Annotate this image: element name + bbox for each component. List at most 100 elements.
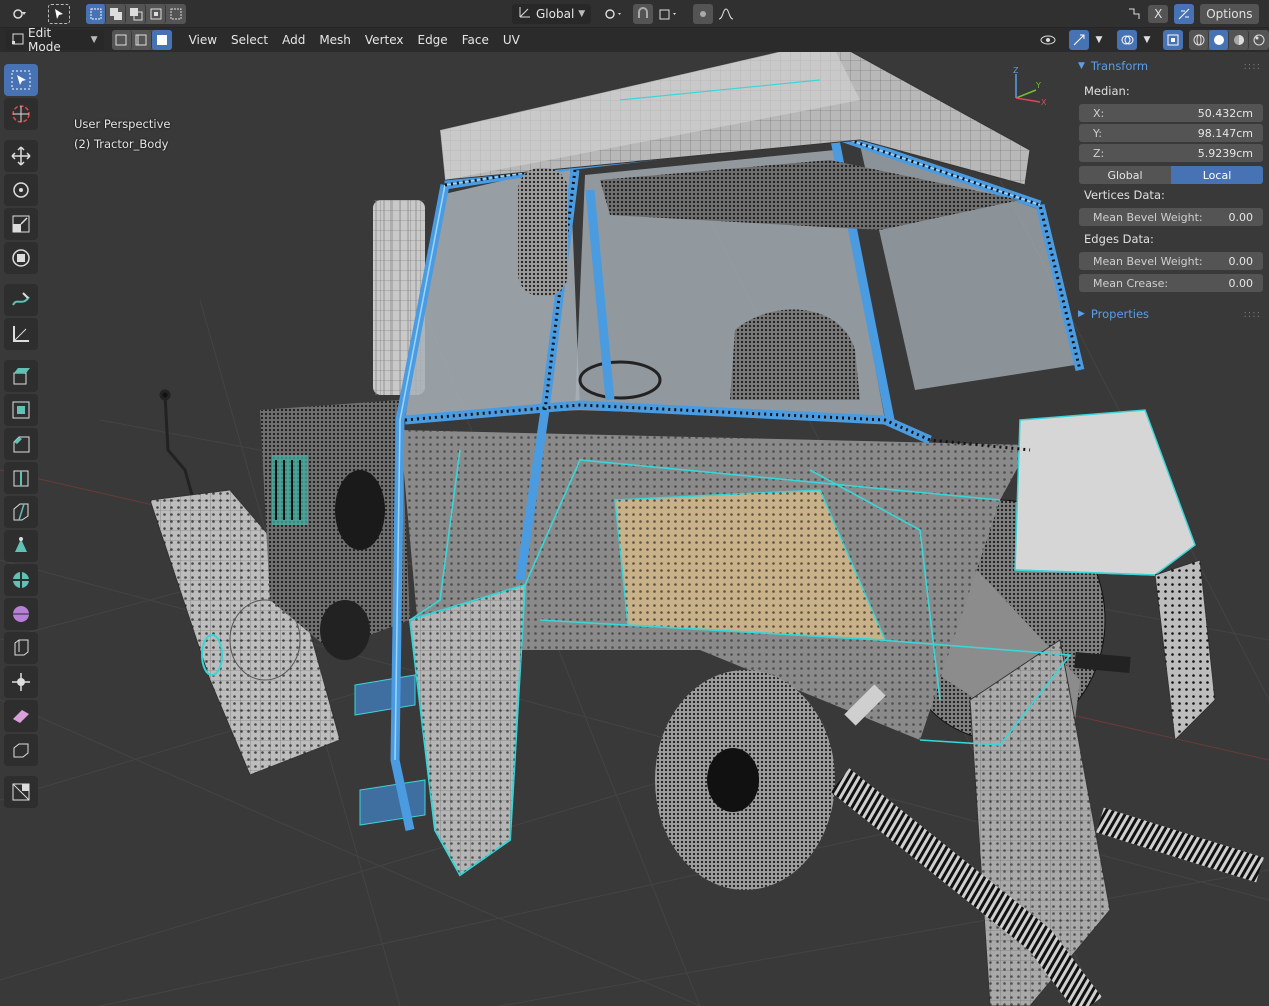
object-label: (2) Tractor_Body [74, 137, 169, 151]
snap-icon[interactable] [655, 4, 683, 24]
shading-icons [1189, 30, 1269, 50]
transform-orientation-dropdown[interactable]: Global ▼ [512, 3, 592, 24]
visibility-icon[interactable] [1038, 30, 1061, 50]
median-x-field[interactable]: X: 50.432cm [1079, 104, 1263, 122]
menu-select[interactable]: Select [224, 28, 275, 52]
inset-icon[interactable] [4, 394, 38, 426]
rendered-shading-icon[interactable] [1249, 30, 1269, 50]
edge-select-icon[interactable] [132, 30, 152, 50]
vertex-select-icon[interactable] [112, 30, 132, 50]
overlay-icon[interactable] [1117, 30, 1137, 50]
tool-shelf [4, 62, 46, 810]
select-tool-icon[interactable] [4, 64, 38, 96]
global-button[interactable]: Global [1079, 166, 1171, 184]
chevron-down-icon[interactable]: ▼ [1137, 30, 1157, 50]
y-label: Y: [1093, 126, 1102, 140]
options-label: Options [1206, 6, 1253, 21]
menu-edge[interactable]: Edge [410, 28, 454, 52]
wireframe-shading-icon[interactable] [1189, 30, 1209, 50]
gizmo-icon[interactable] [1069, 30, 1089, 50]
gizmo-y-label: Y [1035, 81, 1041, 90]
mean-crease-field[interactable]: Mean Crease: 0.00 [1079, 274, 1263, 292]
menu-vertex[interactable]: Vertex [358, 28, 411, 52]
add-cube-icon[interactable] [4, 776, 38, 808]
auto-merge-icon[interactable] [1174, 3, 1195, 24]
drag-handle-icon[interactable]: :::: [1244, 309, 1261, 320]
select-invert-icon[interactable] [146, 3, 166, 24]
header-menu-bar: Edit Mode ▼ View Select Add Mesh Vertex … [0, 26, 1269, 54]
move-icon[interactable] [4, 140, 38, 172]
menu-mesh[interactable]: Mesh [312, 28, 358, 52]
scale-icon[interactable] [4, 208, 38, 240]
annotate-icon[interactable] [4, 284, 38, 316]
proportional-falloff-icon[interactable] [715, 4, 743, 24]
loopcut-icon[interactable] [4, 462, 38, 494]
measure-icon[interactable] [4, 318, 38, 350]
menu-face[interactable]: Face [455, 28, 496, 52]
select-intersect-icon[interactable] [166, 4, 186, 24]
shrink-icon[interactable] [4, 666, 38, 698]
chevron-down-icon[interactable]: ▼ [1089, 30, 1109, 50]
x-mirror-button[interactable]: X [1148, 4, 1169, 23]
menu-add[interactable]: Add [275, 28, 312, 52]
smooth-icon[interactable] [4, 598, 38, 630]
menu-view[interactable]: View [182, 28, 224, 52]
x-value: 50.432cm [1197, 106, 1253, 120]
edge-bevel-value: 0.00 [1228, 254, 1254, 268]
vertices-data-label: Vertices Data: [1084, 188, 1165, 202]
proportional-icon[interactable] [693, 3, 714, 24]
rip-icon[interactable] [4, 734, 38, 766]
element-select-mode-group [111, 30, 172, 50]
z-value: 5.9239cm [1197, 146, 1253, 160]
chevron-right-icon: ▶ [1078, 309, 1085, 319]
spin-icon[interactable] [4, 564, 38, 596]
properties-title: Properties [1090, 307, 1150, 321]
edge-slide-icon[interactable] [4, 632, 38, 664]
properties-section-header[interactable]: ▶ Properties :::: [1074, 304, 1269, 324]
transform-orientation-icon [518, 5, 532, 22]
gizmo-z-label: Z [1013, 66, 1019, 75]
polybuild-icon[interactable] [4, 530, 38, 562]
median-y-field[interactable]: Y: 98.147cm [1079, 124, 1263, 142]
pivot-icon[interactable] [599, 4, 629, 24]
axis-gizmo[interactable]: Z Y X [1006, 66, 1050, 107]
x-mirror-label: X [1154, 6, 1163, 21]
shear-icon[interactable] [4, 700, 38, 732]
material-shading-icon[interactable] [1229, 30, 1249, 50]
solid-shading-icon[interactable] [1209, 30, 1229, 50]
snap-toggle-icon[interactable] [633, 3, 654, 24]
select-new-icon[interactable] [86, 3, 106, 24]
cursor-tool-icon[interactable] [4, 98, 38, 130]
face-select-icon[interactable] [151, 30, 172, 50]
transform-title: Transform [1090, 59, 1149, 73]
bevel-icon[interactable] [4, 428, 38, 460]
edit-mode-icon [12, 33, 24, 48]
extrude-icon[interactable] [4, 360, 38, 392]
median-z-field[interactable]: Z: 5.9239cm [1079, 144, 1263, 162]
drag-handle-icon[interactable]: :::: [1244, 61, 1261, 72]
options-button[interactable]: Options [1200, 3, 1259, 24]
transform-affect-icon[interactable] [1120, 4, 1148, 24]
transform-section-header[interactable]: ▼ Transform :::: [1074, 56, 1269, 76]
vertex-bevel-weight-field[interactable]: Mean Bevel Weight: 0.00 [1079, 208, 1263, 226]
knife-icon[interactable] [4, 496, 38, 528]
cab-steps [354, 674, 426, 826]
viewport-info: User Perspective (2) Tractor_Body [74, 114, 170, 154]
side-mirror-mesh [518, 168, 568, 296]
y-value: 98.147cm [1197, 126, 1253, 140]
local-button[interactable]: Local [1171, 166, 1263, 184]
space-toggle: Global Local [1079, 166, 1263, 184]
select-subtract-icon[interactable] [126, 3, 146, 24]
rotate-icon[interactable] [4, 174, 38, 206]
gizmo-x-label: X [1041, 98, 1047, 106]
chevron-down-icon: ▼ [1078, 61, 1085, 71]
editor-type-icon[interactable] [6, 4, 36, 24]
edge-bevel-weight-field[interactable]: Mean Bevel Weight: 0.00 [1079, 252, 1263, 270]
select-extend-icon[interactable] [106, 3, 126, 24]
edges-data-label: Edges Data: [1084, 232, 1154, 246]
mode-dropdown[interactable]: Edit Mode ▼ [6, 26, 104, 54]
select-box-icon[interactable] [48, 3, 70, 24]
transform-icon[interactable] [4, 242, 38, 274]
xray-icon[interactable] [1163, 30, 1183, 50]
menu-uv[interactable]: UV [496, 28, 527, 52]
